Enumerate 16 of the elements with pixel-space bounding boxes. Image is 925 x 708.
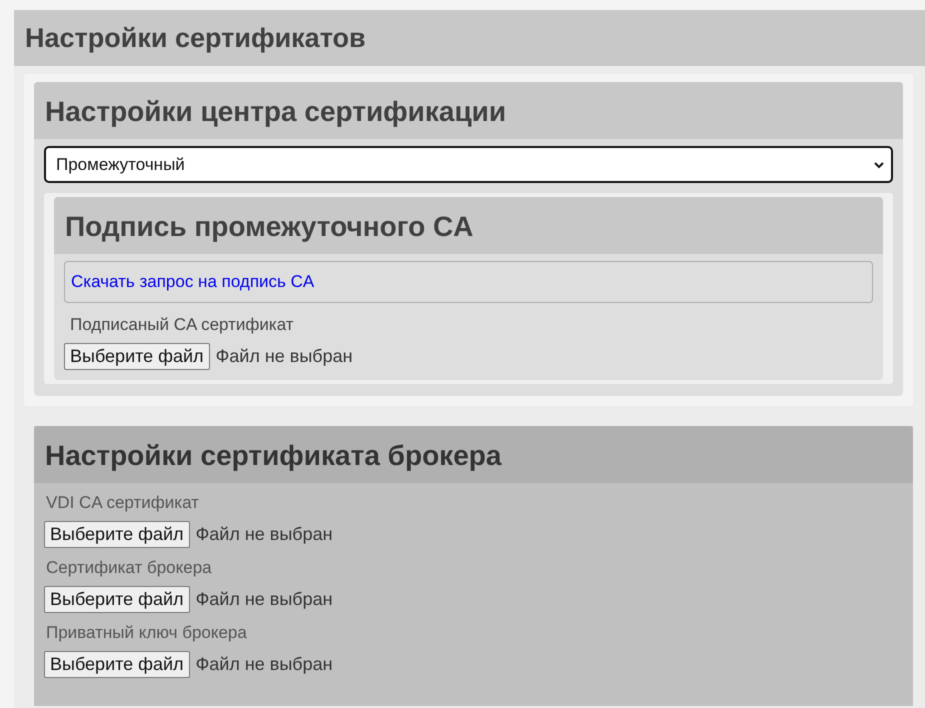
file-label: Подписаный CA сертификат <box>70 315 295 335</box>
download-request-link[interactable]: Скачать запрос на подпись CA <box>64 261 873 303</box>
section-title: Настройки сертификата брокера <box>34 426 913 483</box>
file-label: VDI CA сертификат <box>46 493 200 513</box>
mode-select[interactable]: Промежуточный <box>44 146 893 183</box>
file-status: Файл не выбран <box>196 654 333 675</box>
file-label: Сертификат брокера <box>46 558 213 578</box>
choose-file-button[interactable]: Выберите файл <box>64 343 210 370</box>
file-label: Приватный ключ брокера <box>46 623 248 643</box>
subsection-title: Подпись промежуточного CA <box>54 197 883 254</box>
file-status: Файл не выбран <box>216 346 353 367</box>
page-title: Настройки сертификатов <box>14 10 925 66</box>
section-title: Настройки центра сертификации <box>34 82 903 139</box>
file-status: Файл не выбран <box>196 589 333 610</box>
chevron-down-icon <box>873 160 885 168</box>
file-status: Файл не выбран <box>196 524 333 545</box>
